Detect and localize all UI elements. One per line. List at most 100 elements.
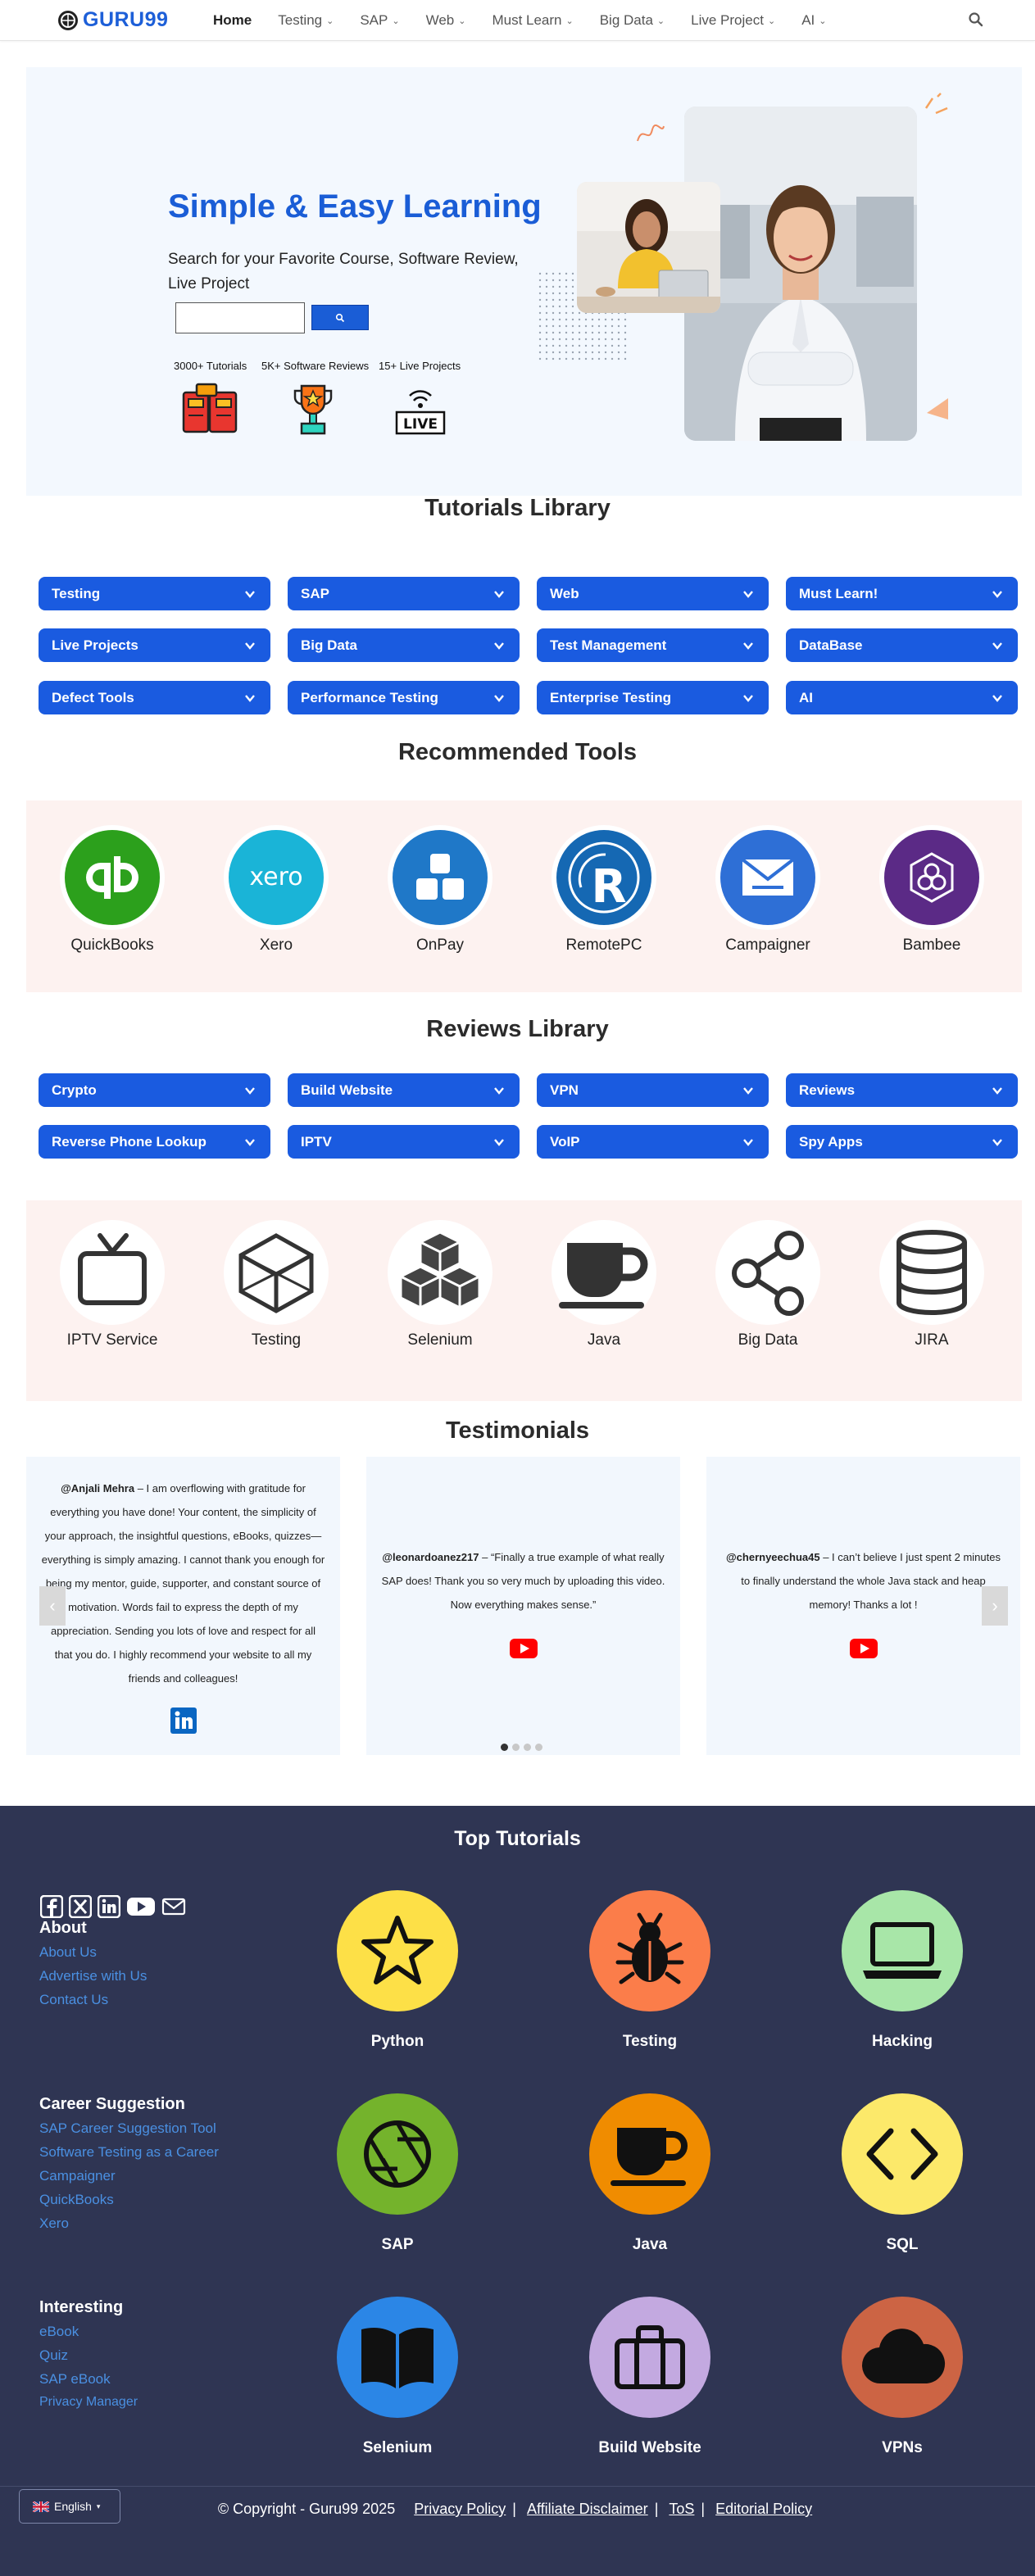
footer-link-sap-ebook[interactable]: SAP eBook [39,2371,111,2388]
facebook-icon[interactable] [40,1895,63,1918]
dropdown-testing[interactable]: Testing [39,577,270,610]
separator: | [512,2501,516,2517]
top-tutorial-java[interactable]: Java [560,2093,740,2254]
email-icon[interactable] [161,1895,186,1918]
tos-link[interactable]: ToS [669,2501,694,2517]
dropdown-voip[interactable]: VoIP [537,1125,769,1159]
footer-link-quickbooks[interactable]: QuickBooks [39,2192,114,2208]
affiliate-disclaimer-link[interactable]: Affiliate Disclaimer [527,2501,648,2517]
dropdown-vpn[interactable]: VPN [537,1073,769,1107]
dropdown-live-projects[interactable]: Live Projects [39,628,270,662]
dropdown-label: DataBase [799,637,863,653]
top-tutorial-sap[interactable]: SAP [307,2093,488,2254]
aperture-icon [364,2120,431,2188]
site-logo[interactable]: GURU99 [57,8,168,32]
dropdown-enterprise-testing[interactable]: Enterprise Testing [537,681,769,714]
menu-item-web[interactable]: Web ⌄ [426,0,466,41]
tool-quickbooks[interactable]: QuickBooks [30,825,194,955]
dropdown-reviews[interactable]: Reviews [786,1073,1018,1107]
menu-item-sap[interactable]: SAP ⌄ [360,0,399,41]
menu-item-big-data[interactable]: Big Data ⌄ [600,0,665,41]
chevron-down-icon [245,1138,255,1146]
hero-search-button[interactable] [311,305,369,330]
footer-link-xero[interactable]: Xero [39,2215,69,2232]
menu-item-home[interactable]: Home [213,0,252,41]
dropdown-must-learn[interactable]: Must Learn! [786,577,1018,610]
youtube-icon[interactable] [850,1639,878,1658]
footer-link-privacy-manager[interactable]: Privacy Manager [39,2395,138,2410]
topic-selenium[interactable]: Selenium [358,1220,522,1349]
footer-link-about-us[interactable]: About Us [39,1944,97,1961]
dropdown-label: Live Projects [52,637,138,653]
footer-link-advertise[interactable]: Advertise with Us [39,1968,147,1984]
hero-search-input[interactable] [175,302,305,333]
editorial-policy-link[interactable]: Editorial Policy [715,2501,812,2517]
tool-onpay[interactable]: OnPay [358,825,522,955]
carousel-dot[interactable] [501,1744,508,1751]
recommended-tools-band: QuickBooks xero Xero OnPay R RemotePC Ca… [26,800,1022,992]
youtube-icon[interactable] [510,1639,538,1658]
footer-link-campaigner[interactable]: Campaigner [39,2168,116,2184]
topic-iptv-service[interactable]: IPTV Service [30,1220,194,1349]
menu-item-testing[interactable]: Testing ⌄ [278,0,334,41]
dropdown-defect-tools[interactable]: Defect Tools [39,681,270,714]
menu-item-ai[interactable]: AI ⌄ [801,0,826,41]
search-icon[interactable] [968,11,984,28]
dropdown-reverse-phone-lookup[interactable]: Reverse Phone Lookup [39,1125,270,1159]
tool-xero[interactable]: xero Xero [194,825,358,955]
topic-testing[interactable]: Testing [194,1220,358,1349]
top-tutorial-python[interactable]: Python [307,1890,488,2051]
privacy-policy-link[interactable]: Privacy Policy [414,2501,506,2517]
top-tutorial-selenium[interactable]: Selenium [307,2297,488,2457]
topic-java[interactable]: Java [522,1220,686,1349]
dropdown-build-website[interactable]: Build Website [288,1073,520,1107]
bug-icon [615,1912,684,1984]
tool-bambee[interactable]: Bambee [850,825,1014,955]
linkedin-icon[interactable] [170,1708,197,1734]
footer-link-testing-career[interactable]: Software Testing as a Career [39,2144,219,2161]
dropdown-crypto[interactable]: Crypto [39,1073,270,1107]
chevron-down-icon [245,642,255,650]
dropdown-iptv[interactable]: IPTV [288,1125,520,1159]
topic-label: SQL [886,2236,919,2253]
linkedin-icon[interactable] [98,1895,120,1918]
separator: | [701,2501,706,2517]
topic-label: JIRA [915,1331,949,1349]
dropdown-test-management[interactable]: Test Management [537,628,769,662]
x-twitter-icon[interactable] [69,1895,92,1918]
menu-label: Big Data [599,12,653,28]
reviews-library-title: Reviews Library [426,1016,609,1042]
footer-link-ebook[interactable]: eBook [39,2324,79,2340]
menu-label: AI [801,12,815,28]
tool-remotepc[interactable]: R RemotePC [522,825,686,955]
youtube-icon[interactable] [126,1895,156,1918]
dropdown-database[interactable]: DataBase [786,628,1018,662]
footer-link-quiz[interactable]: Quiz [39,2347,68,2364]
carousel-dot[interactable] [535,1744,542,1751]
chevron-down-icon [992,590,1002,598]
chevron-down-icon: ⌄ [326,16,334,26]
top-tutorial-hacking[interactable]: Hacking [812,1890,992,2051]
top-tutorial-vpns[interactable]: VPNs [812,2297,992,2457]
top-tutorial-testing[interactable]: Testing [560,1890,740,2051]
footer-link-sap-career-tool[interactable]: SAP Career Suggestion Tool [39,2120,216,2137]
recommended-tools-title: Recommended Tools [397,739,638,765]
dropdown-performance-testing[interactable]: Performance Testing [288,681,520,714]
dropdown-ai[interactable]: AI [786,681,1018,714]
dropdown-web[interactable]: Web [537,577,769,610]
topic-jira[interactable]: JIRA [850,1220,1014,1349]
carousel-dot[interactable] [512,1744,520,1751]
carousel-dot[interactable] [524,1744,531,1751]
carousel-next-button[interactable]: › [982,1586,1008,1626]
top-tutorial-sql[interactable]: SQL [812,2093,992,2254]
menu-item-live-project[interactable]: Live Project ⌄ [691,0,775,41]
tool-campaigner[interactable]: Campaigner [686,825,850,955]
menu-item-must-learn[interactable]: Must Learn ⌄ [492,0,573,41]
topic-big-data[interactable]: Big Data [686,1220,850,1349]
dropdown-big-data[interactable]: Big Data [288,628,520,662]
footer-link-contact-us[interactable]: Contact Us [39,1992,108,2008]
dropdown-sap[interactable]: SAP [288,577,520,610]
dropdown-spy-apps[interactable]: Spy Apps [786,1125,1018,1159]
carousel-prev-button[interactable]: ‹ [39,1586,66,1626]
top-tutorial-build-website[interactable]: Build Website [560,2297,740,2457]
